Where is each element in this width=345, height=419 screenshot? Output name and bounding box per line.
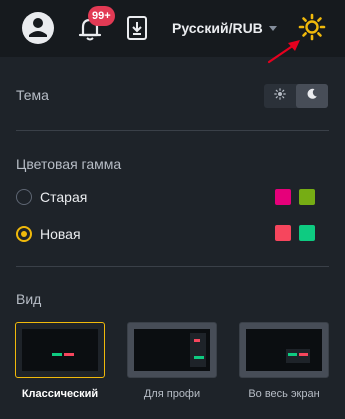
divider bbox=[16, 266, 329, 267]
chevron-down-icon bbox=[268, 25, 277, 31]
sun-icon bbox=[274, 87, 286, 105]
new-up-color-swatch bbox=[275, 225, 291, 241]
layout-caption: Классический bbox=[21, 388, 99, 400]
palette-option-label: Старая bbox=[40, 189, 88, 205]
layout-caption: Для профи bbox=[143, 388, 201, 400]
moon-icon bbox=[306, 87, 318, 105]
old-up-color-swatch bbox=[275, 189, 291, 205]
palette-option-new[interactable]: Новая bbox=[16, 226, 81, 242]
red-arrow-annotation bbox=[266, 36, 306, 66]
palette-option-label: Новая bbox=[40, 226, 81, 242]
language-currency-select[interactable]: Русский/RUB bbox=[172, 17, 277, 39]
theme-label: Тема bbox=[16, 87, 49, 103]
radio-old[interactable] bbox=[16, 189, 32, 205]
layout-preview bbox=[22, 329, 98, 371]
download-icon[interactable] bbox=[124, 14, 150, 42]
palette-option-old[interactable]: Старая bbox=[16, 189, 87, 205]
theme-toggle bbox=[264, 84, 328, 108]
layout-preview bbox=[134, 329, 210, 371]
layout-classic-card[interactable] bbox=[15, 322, 105, 378]
new-down-color-swatch bbox=[299, 225, 315, 241]
color-palette-label: Цветовая гамма bbox=[16, 156, 122, 172]
language-currency-label: Русский/RUB bbox=[172, 20, 263, 36]
layout-pro-card[interactable] bbox=[127, 322, 217, 378]
layout-fullscreen-card[interactable] bbox=[239, 322, 329, 378]
view-label: Вид bbox=[16, 291, 42, 307]
layout-preview bbox=[246, 329, 322, 371]
notification-badge: 99+ bbox=[88, 6, 115, 26]
layout-caption: Во весь экран bbox=[248, 388, 320, 400]
light-theme-button[interactable] bbox=[264, 84, 296, 108]
user-icon[interactable] bbox=[20, 10, 56, 46]
divider bbox=[16, 130, 329, 131]
dark-theme-button[interactable] bbox=[296, 84, 328, 108]
radio-new[interactable] bbox=[16, 226, 32, 242]
old-down-color-swatch bbox=[299, 189, 315, 205]
